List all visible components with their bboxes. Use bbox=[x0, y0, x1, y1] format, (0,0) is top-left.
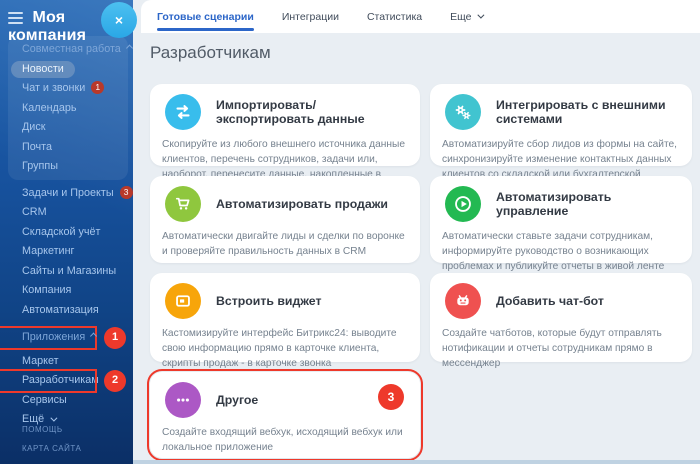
card-description: Создайте входящий вебхук, исходящий вебх… bbox=[162, 427, 403, 453]
sidebar-item-collab-group[interactable]: Совместная работа bbox=[8, 40, 133, 60]
card-title: Другое bbox=[216, 393, 259, 407]
sidebar-item-label: Почта bbox=[22, 140, 52, 153]
robot-icon bbox=[445, 283, 481, 319]
dots-icon bbox=[165, 382, 201, 418]
swap-arrows-icon bbox=[165, 94, 201, 130]
tab-statistics[interactable]: Статистика bbox=[367, 0, 422, 33]
sidebar-item-label: Автоматизация bbox=[22, 303, 99, 316]
card-title: Автоматизировать продажи bbox=[216, 197, 388, 211]
tab-bar: Готовые сценарии Интеграции Статистика Еще bbox=[141, 0, 700, 33]
sidebar-item-apps[interactable]: Приложения 1 bbox=[0, 326, 126, 350]
sidebar-item-label: Маркет bbox=[22, 354, 59, 367]
sidebar-item-mail[interactable]: Почта bbox=[8, 138, 128, 158]
cards-grid: Импортировать/экспортировать данные Скоп… bbox=[147, 84, 692, 461]
sidebar-item-news[interactable]: Новости bbox=[8, 60, 128, 80]
card-import-export[interactable]: Импортировать/экспортировать данные Скоп… bbox=[150, 84, 420, 194]
chevron-up-icon bbox=[125, 44, 133, 52]
sidebar-footer-item-configure-menu[interactable]: НАСТРОИТЬ МЕНЮ bbox=[22, 459, 106, 464]
card-title: Импортировать/экспортировать данные bbox=[216, 98, 365, 126]
card-title: Интегрировать с внешними системами bbox=[496, 98, 666, 126]
gears-icon bbox=[445, 94, 481, 130]
sidebar-item-label: Чат и звонки bbox=[22, 82, 86, 94]
sidebar-item-market[interactable]: Маркет bbox=[0, 352, 133, 372]
sidebar-group-panel: Совместная работа Новости Чат и звонки 1 Кал… bbox=[8, 36, 133, 180]
sidebar-footer-item-sitemap[interactable]: КАРТА САЙТА bbox=[22, 439, 106, 459]
card-embed-widget[interactable]: Встроить виджет Кастомизируйте интерфейс… bbox=[150, 273, 420, 369]
sidebar-item-label: Сайты и Магазины bbox=[22, 264, 117, 277]
sidebar-item-chat-calls[interactable]: Чат и звонки 1 bbox=[8, 79, 128, 99]
sidebar-item-label: Сервисы bbox=[22, 393, 67, 406]
card-description: Автоматически двигайте лиды и сделки по … bbox=[162, 231, 405, 257]
sidebar-footer: ПОМОЩЬКАРТА САЙТАНАСТРОИТЬ МЕНЮ bbox=[22, 420, 106, 464]
sidebar-item-calendar[interactable]: Календарь bbox=[8, 99, 128, 119]
sidebar-item-label: Задачи и Проекты bbox=[22, 186, 114, 199]
card-automate-management[interactable]: Автоматизировать управление Автоматическ… bbox=[430, 176, 692, 272]
card-description: Автоматически ставьте задачи сотрудникам… bbox=[442, 231, 665, 272]
annotation-step-2: 2 bbox=[104, 369, 126, 392]
notification-badge: 1 bbox=[91, 81, 105, 94]
sidebar-item-label: Маркетинг bbox=[22, 245, 75, 257]
card-description: Создайте чатботов, которые будут отправл… bbox=[442, 328, 662, 369]
sidebar-item-inventory[interactable]: Складской учёт bbox=[0, 223, 133, 243]
sidebar-footer-item-help[interactable]: ПОМОЩЬ bbox=[22, 420, 106, 440]
tab-ready-scenarios[interactable]: Готовые сценарии bbox=[157, 0, 254, 33]
sidebar-item-automation[interactable]: Автоматизация bbox=[0, 301, 133, 321]
card-title: Автоматизировать управление bbox=[496, 190, 612, 218]
annotation-step-3: 3 bbox=[378, 384, 404, 410]
main-content: Готовые сценарии Интеграции Статистика Еще … bbox=[133, 0, 700, 464]
sidebar-menu: Совместная работа Новости Чат и звонки 1 Кал… bbox=[0, 36, 133, 430]
chevron-up-icon bbox=[90, 332, 98, 340]
tab-label: Статистика bbox=[366, 10, 423, 23]
sidebar-item-crm[interactable]: CRM bbox=[0, 203, 133, 223]
sidebar-item-label: Совместная работа bbox=[22, 43, 121, 55]
sidebar-item-label: Группы bbox=[22, 160, 58, 172]
card-title: Добавить чат-бот bbox=[496, 294, 604, 308]
card-add-chatbot[interactable]: Добавить чат-бот Создайте чатботов, кото… bbox=[430, 273, 692, 369]
chevron-down-icon bbox=[476, 11, 484, 19]
sidebar-item-tasks-projects[interactable]: Задачи и Проекты 3 bbox=[0, 184, 133, 204]
sidebar-item-label: Складской учёт bbox=[22, 225, 101, 238]
sidebar-items: Задачи и Проекты 3 CRM Складской учёт Маркет… bbox=[0, 184, 133, 430]
tab-label: Готовые сценарии bbox=[157, 10, 254, 23]
cart-icon bbox=[165, 186, 201, 222]
hamburger-menu-icon[interactable] bbox=[8, 9, 23, 27]
sidebar-item-label: Диск bbox=[22, 121, 46, 133]
sidebar-item-label: Новости bbox=[11, 60, 75, 78]
play-icon bbox=[445, 186, 481, 222]
card-other[interactable]: Другое Создайте входящий вебхук, исходящ… bbox=[147, 369, 423, 461]
tab-more[interactable]: Еще bbox=[450, 0, 484, 33]
card-integrate-external[interactable]: Интегрировать с внешними системами Автом… bbox=[430, 84, 692, 194]
bottom-edge bbox=[133, 460, 700, 464]
sidebar-item-groups[interactable]: Группы bbox=[8, 157, 128, 177]
widget-icon bbox=[165, 283, 201, 319]
sidebar-item-disk[interactable]: Диск bbox=[8, 118, 128, 138]
tab-label: Интеграции bbox=[281, 10, 339, 23]
sidebar-item-label: Разработчикам bbox=[22, 374, 99, 386]
card-automate-sales[interactable]: Автоматизировать продажи Автоматически д… bbox=[150, 176, 420, 263]
card-description: Кастомизируйте интерфейс Битрикс24: выво… bbox=[162, 328, 397, 369]
sidebar-item-label: Приложения bbox=[22, 331, 86, 343]
page-title: Разработчикам bbox=[150, 43, 271, 62]
sidebar-item-marketing[interactable]: Маркетинг bbox=[0, 242, 133, 262]
sidebar-item-label: Компания bbox=[22, 284, 72, 296]
sidebar-item-company[interactable]: Компания bbox=[0, 281, 133, 301]
card-title: Встроить виджет bbox=[216, 294, 322, 308]
close-icon: × bbox=[114, 12, 124, 28]
close-button[interactable]: × bbox=[101, 2, 137, 38]
tab-integrations[interactable]: Интеграции bbox=[282, 0, 339, 33]
annotation-step-1: 1 bbox=[104, 326, 126, 349]
sidebar-item-services[interactable]: Сервисы bbox=[0, 391, 133, 411]
sidebar-item-label: CRM bbox=[22, 206, 47, 218]
sidebar-item-sites-stores[interactable]: Сайты и Магазины bbox=[0, 262, 133, 282]
tab-label: Еще bbox=[450, 10, 472, 23]
sidebar-item-developers[interactable]: Разработчикам 2 bbox=[0, 369, 126, 393]
sidebar-item-label: Календарь bbox=[22, 101, 77, 114]
sidebar: Моя компания Совместная работа Новости Чат… bbox=[0, 0, 133, 464]
notification-badge: 3 bbox=[119, 185, 133, 199]
